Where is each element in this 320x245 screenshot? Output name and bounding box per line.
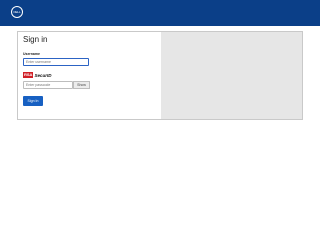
signin-form-panel: Sign in Username RSA SecurID Show Sign I… bbox=[18, 32, 160, 119]
securid-label: SecurID bbox=[34, 72, 52, 78]
passcode-input[interactable] bbox=[23, 81, 73, 89]
banner-panel bbox=[161, 32, 302, 119]
signin-button[interactable]: Sign In bbox=[23, 96, 43, 106]
show-passcode-button[interactable]: Show bbox=[73, 81, 90, 89]
signin-card: Sign in Username RSA SecurID Show Sign I… bbox=[17, 31, 303, 120]
dell-logo: DELL bbox=[11, 6, 23, 18]
header-bar: DELL bbox=[0, 0, 320, 26]
page-title: Sign in bbox=[23, 35, 48, 44]
rsa-securid-logo: RSA SecurID bbox=[23, 71, 51, 79]
username-label: Username bbox=[23, 52, 40, 56]
rsa-badge: RSA bbox=[23, 72, 34, 78]
username-input[interactable] bbox=[23, 58, 89, 66]
